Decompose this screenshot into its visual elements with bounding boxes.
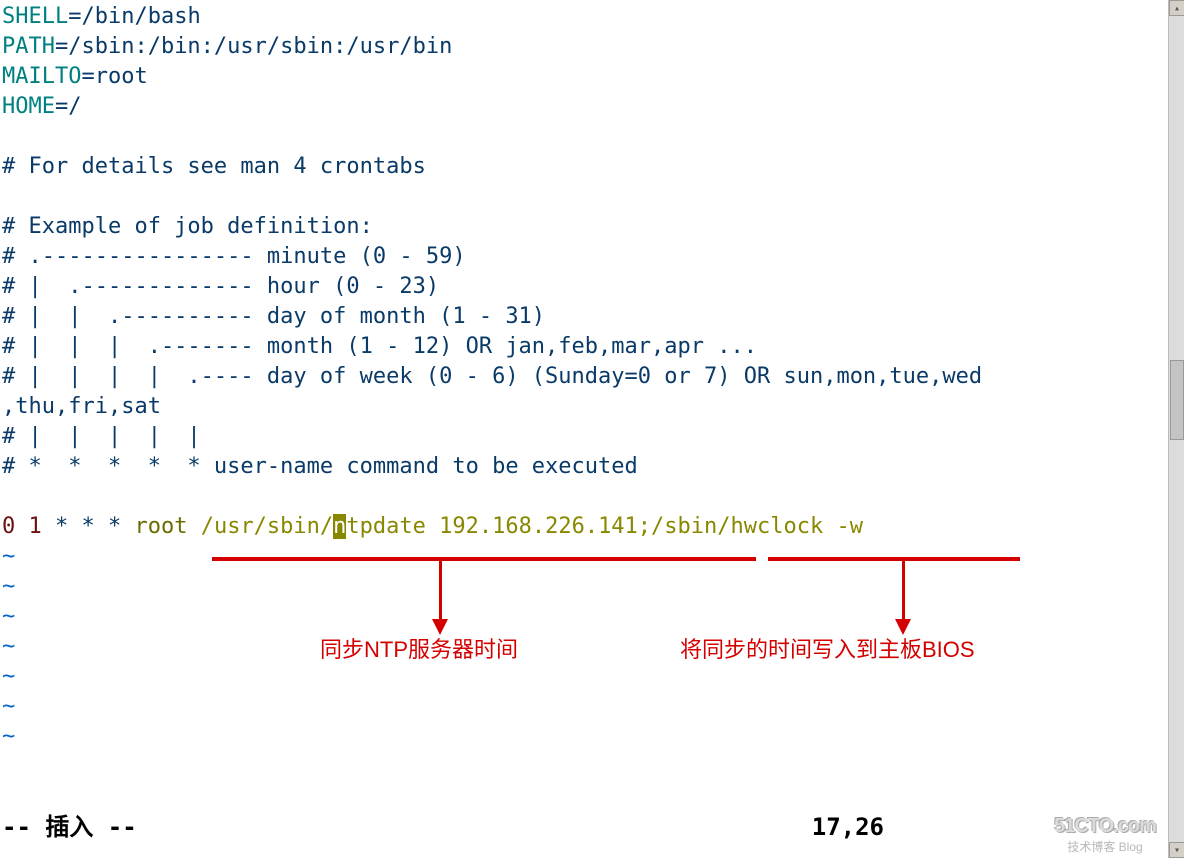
blank-line [2, 122, 1168, 152]
annotation-underline-hwclock [768, 557, 1020, 561]
env-line-path: PATH=/sbin:/bin:/usr/sbin:/usr/bin [2, 32, 1168, 62]
path-val: =/sbin:/bin:/usr/sbin:/usr/bin [55, 34, 452, 59]
annotation-arrow-line-right [902, 561, 905, 621]
comment-line: # Example of job definition: [2, 212, 1168, 242]
tilde-line: ~ [2, 602, 1168, 632]
comment-line: ,thu,fri,sat [2, 392, 1168, 422]
blank-line [2, 482, 1168, 512]
comment-line: # For details see man 4 crontabs [2, 152, 1168, 182]
watermark-logo: 51CTO.com [1054, 815, 1156, 838]
cron-hour: 1 [29, 514, 42, 539]
home-val: =/ [55, 94, 82, 119]
cron-cmd-part2: tpdate 192.168.226.141; [346, 514, 651, 539]
comment-line: # | | | | | [2, 422, 1168, 452]
cron-cmd-part1: /usr/sbin/ [201, 514, 333, 539]
comment-line: # | | | | .---- day of week (0 - 6) (Sun… [2, 362, 1168, 392]
annotation-text-ntp: 同步NTP服务器时间 [320, 635, 518, 665]
comment-line: # | | | .------- month (1 - 12) OR jan,f… [2, 332, 1168, 362]
cron-minute: 0 [2, 514, 15, 539]
env-line-shell: SHELL=/bin/bash [2, 2, 1168, 32]
cron-user: root [134, 514, 200, 539]
comment-line: # | | .---------- day of month (1 - 31) [2, 302, 1168, 332]
tilde-line: ~ [2, 662, 1168, 692]
comment-line: # .---------------- minute (0 - 59) [2, 242, 1168, 272]
editor-area[interactable]: SHELL=/bin/bash PATH=/sbin:/bin:/usr/sbi… [0, 0, 1168, 860]
comment-line: # | .------------- hour (0 - 23) [2, 272, 1168, 302]
env-line-home: HOME=/ [2, 92, 1168, 122]
arrow-down-icon [432, 619, 448, 635]
watermark-sub: 技术博客 Blog [1067, 838, 1142, 855]
path-var: PATH [2, 34, 55, 59]
scroll-up-icon[interactable]: ▴ [1169, 0, 1184, 16]
shell-val: =/bin/bash [68, 4, 200, 29]
shell-var: SHELL [2, 4, 68, 29]
tilde-line: ~ [2, 692, 1168, 722]
home-var: HOME [2, 94, 55, 119]
tilde-line: ~ [2, 632, 1168, 662]
editor-mode-indicator: -- 插入 -- [2, 812, 137, 842]
mailto-var: MAILTO [2, 64, 81, 89]
tilde-line: ~ [2, 722, 1168, 752]
editor-cursor: n [333, 514, 346, 539]
annotation-text-bios: 将同步的时间写入到主板BIOS [680, 635, 975, 665]
env-line-mailto: MAILTO=root [2, 62, 1168, 92]
cron-stars: * * * [42, 514, 135, 539]
crontab-entry: 0 1 * * * root /usr/sbin/ntpdate 192.168… [2, 512, 1168, 542]
tilde-line: ~ [2, 572, 1168, 602]
arrow-down-icon [895, 619, 911, 635]
vertical-scrollbar[interactable]: ▴ ▾ [1168, 0, 1184, 858]
status-bar: -- 插入 -- 17,26 [2, 812, 1164, 842]
annotation-arrow-line-left [439, 561, 442, 621]
watermark: 51CTO.com 技术博客 Blog [1040, 813, 1170, 857]
annotation-underline-ntp [212, 557, 756, 561]
scrollbar-thumb[interactable] [1170, 360, 1184, 440]
blank-line [2, 182, 1168, 212]
scroll-down-icon[interactable]: ▾ [1169, 842, 1184, 858]
comment-line: # * * * * * user-name command to be exec… [2, 452, 1168, 482]
cron-cmd-part3: /sbin/hwclock -w [651, 514, 863, 539]
mailto-val: =root [81, 64, 147, 89]
